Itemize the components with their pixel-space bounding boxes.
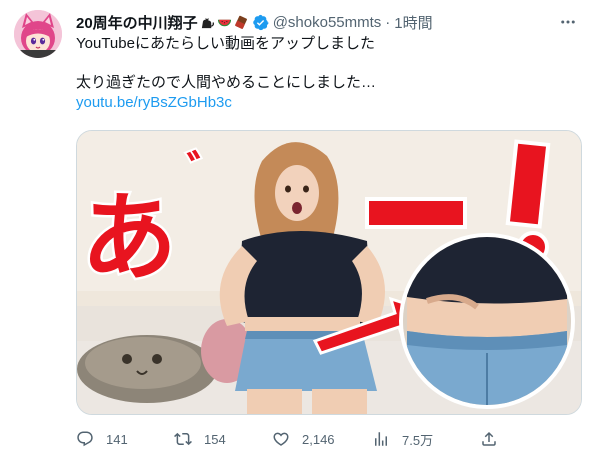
- tweet: 20周年の中川翔子 @shoko55mmts · 1時間 YouTubeにあたら…: [0, 0, 598, 459]
- share-button[interactable]: [480, 428, 510, 450]
- views-button[interactable]: 7.5万: [372, 428, 433, 450]
- share-icon: [482, 431, 496, 446]
- tweet-line-2: 太り過ぎたので人間やめることにしました…: [76, 74, 377, 91]
- like-icon: [273, 432, 289, 446]
- chocolate-bar-emoji: [234, 15, 247, 29]
- more-button[interactable]: [554, 12, 582, 32]
- tweet-header: 20周年の中川翔子 @shoko55mmts · 1時間: [76, 12, 584, 32]
- tweet-line-1: YouTubeにあたらしい動画をアップしました: [76, 35, 375, 52]
- retweet-button[interactable]: 154: [174, 428, 226, 450]
- svg-text:゛: ゛: [186, 147, 229, 196]
- views-count: 7.5万: [402, 432, 434, 448]
- verified-badge-icon[interactable]: [252, 14, 269, 31]
- overlay-text: あ: [81, 182, 177, 294]
- reply-button[interactable]: 141: [76, 428, 128, 450]
- author-handle[interactable]: @shoko55mmts: [273, 14, 382, 31]
- retweet-count: 154: [204, 431, 226, 447]
- reply-count: 141: [106, 431, 128, 447]
- tweet-link[interactable]: youtu.be/ryBsZGbHb3c: [76, 94, 232, 111]
- reply-icon: [77, 431, 93, 447]
- thumbnail-image: あ ゛: [77, 131, 581, 414]
- display-name[interactable]: 20周年の中川翔子: [76, 12, 198, 33]
- retweet-icon: [174, 432, 192, 446]
- timestamp[interactable]: 1時間: [394, 12, 432, 33]
- views-icon: [375, 432, 387, 446]
- avatar[interactable]: [14, 10, 62, 58]
- tweet-text: YouTubeにあたらしい動画をアップしました 太り過ぎたので人間やめることにし…: [76, 34, 580, 113]
- separator-dot: ·: [385, 13, 391, 31]
- more-icon: [561, 20, 575, 24]
- like-button[interactable]: 2,146: [272, 428, 335, 450]
- watermelon-emoji: [217, 19, 231, 26]
- media-thumbnail[interactable]: あ ゛: [76, 130, 582, 415]
- like-count: 2,146: [302, 431, 335, 447]
- avatar-illustration: [14, 10, 62, 58]
- action-bar: 141 154 2,146 7.5万: [76, 428, 582, 450]
- black-cat-emoji: [201, 17, 214, 28]
